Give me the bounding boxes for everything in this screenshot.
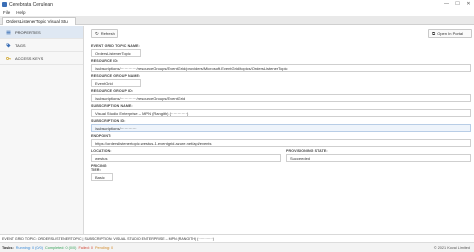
field-label: SUBSCRIPTION NAME: xyxy=(91,104,133,108)
tab-bar: OrdersListenerTopic Visual Stu xyxy=(0,16,474,25)
close-icon[interactable]: ✕ xyxy=(463,0,474,9)
field-label: SUBSCRIPTION ID: xyxy=(91,119,126,123)
running-tasks-link[interactable]: Running: 0 (0/0) xyxy=(16,246,43,250)
field-resource-id: RESOURCE ID: /subscriptions/············… xyxy=(91,59,471,72)
sidebar-item-access-keys[interactable]: ACCESS KEYS xyxy=(0,52,83,65)
field-label: PRICING TIER: xyxy=(91,164,107,172)
sidebar-item-label: TAGS xyxy=(15,42,26,48)
refresh-label: Refresh xyxy=(100,31,115,36)
menu-bar: File Help xyxy=(0,9,474,16)
sidebar-item-properties[interactable]: PROPERTIES xyxy=(0,26,83,39)
tab-title: OrdersListenerTopic Visual Stu xyxy=(6,19,68,24)
subscription-name-value[interactable]: Visual Studio Enterprise – MPN (Rangith)… xyxy=(91,109,471,117)
pending-tasks-link[interactable]: Pending: 0 xyxy=(95,246,113,250)
tasks-label: Tasks: xyxy=(2,245,14,250)
field-resource-group-id: RESOURCE GROUP ID: /subscriptions/······… xyxy=(91,89,471,102)
field-subscription-id: SUBSCRIPTION ID: /subscriptions/········… xyxy=(91,119,471,132)
endpoint-value[interactable]: https://orderslistenertopic.westus-1.eve… xyxy=(91,139,471,147)
sidebar: PROPERTIES TAGS ACCESS KEYS xyxy=(0,26,84,234)
field-label: EVENT GRID TOPIC NAME: xyxy=(91,44,140,48)
field-pricing-tier: PRICING TIER: Basic xyxy=(91,164,113,181)
field-location: LOCATION: westus xyxy=(91,149,281,162)
resource-group-name-value[interactable]: EventGrid xyxy=(91,79,141,87)
menu-help[interactable]: Help xyxy=(16,10,25,15)
task-status-bar: Tasks: Running: 0 (0/0) Completed: 0 (0/… xyxy=(0,242,474,252)
sidebar-item-tags[interactable]: TAGS xyxy=(0,39,83,52)
location-value[interactable]: westus xyxy=(91,154,281,162)
failed-tasks-link[interactable]: Failed: 0 xyxy=(78,246,93,250)
field-resource-group-name: RESOURCE GROUP NAME: EventGrid xyxy=(91,74,141,87)
field-label: PROVISIONING STATE: xyxy=(286,149,328,153)
topic-name-value[interactable]: OrdersListenerTopic xyxy=(91,49,141,57)
field-label: ENDPOINT: xyxy=(91,134,112,138)
sidebar-item-label: ACCESS KEYS xyxy=(15,55,44,61)
key-icon xyxy=(6,56,11,61)
menu-file[interactable]: File xyxy=(3,10,10,15)
title-bar: Cerebrata Cerulean — ☐ ✕ xyxy=(0,0,474,9)
subscription-id-value[interactable]: /subscriptions/············ xyxy=(91,124,471,132)
copyright-text: © 2021 Kovai Limited xyxy=(433,245,470,250)
toolbar: ↻ Refresh ⧉ Open In Portal xyxy=(86,26,474,40)
field-label: RESOURCE GROUP NAME: xyxy=(91,74,141,78)
provisioning-state-value[interactable]: Succeeded xyxy=(286,154,471,162)
external-link-icon: ⧉ xyxy=(432,31,436,36)
app-logo-icon xyxy=(2,2,7,7)
field-label: RESOURCE GROUP ID: xyxy=(91,89,134,93)
main-panel: ↻ Refresh ⧉ Open In Portal EVENT GRID TO… xyxy=(86,26,474,234)
maximize-icon[interactable]: ☐ xyxy=(452,0,463,9)
field-endpoint: ENDPOINT: https://orderslistenertopic.we… xyxy=(91,134,471,147)
sidebar-item-label: PROPERTIES xyxy=(15,29,41,35)
window-controls: — ☐ ✕ xyxy=(441,0,474,9)
properties-icon xyxy=(6,30,11,35)
resource-group-id-value[interactable]: /subscriptions/············/resourceGrou… xyxy=(91,94,471,102)
open-in-portal-button[interactable]: ⧉ Open In Portal xyxy=(428,29,472,38)
status-line-text: EVENT GRID TOPIC: ORDERSLISTENERTOPIC | … xyxy=(2,236,214,241)
window-title: Cerebrata Cerulean xyxy=(9,1,53,8)
field-topic-name: EVENT GRID TOPIC NAME: OrdersListenerTop… xyxy=(91,44,141,57)
refresh-button[interactable]: ↻ Refresh xyxy=(91,29,118,38)
field-label: LOCATION: xyxy=(91,149,112,153)
resource-id-value[interactable]: /subscriptions/············/resourceGrou… xyxy=(91,64,471,72)
open-in-portal-label: Open In Portal xyxy=(437,31,464,36)
tab-orders-listener-topic[interactable]: OrdersListenerTopic Visual Stu xyxy=(2,17,76,25)
completed-tasks-link[interactable]: Completed: 0 (0/0) xyxy=(45,246,76,250)
field-subscription-name: SUBSCRIPTION NAME: Visual Studio Enterpr… xyxy=(91,104,471,117)
minimize-icon[interactable]: — xyxy=(441,0,452,9)
refresh-icon: ↻ xyxy=(95,30,99,36)
field-label: RESOURCE ID: xyxy=(91,59,119,63)
field-provisioning-state: PROVISIONING STATE: Succeeded xyxy=(286,149,471,162)
status-line: EVENT GRID TOPIC: ORDERSLISTENERTOPIC | … xyxy=(0,234,474,242)
pricing-tier-value[interactable]: Basic xyxy=(91,173,113,181)
tag-icon xyxy=(6,43,11,48)
